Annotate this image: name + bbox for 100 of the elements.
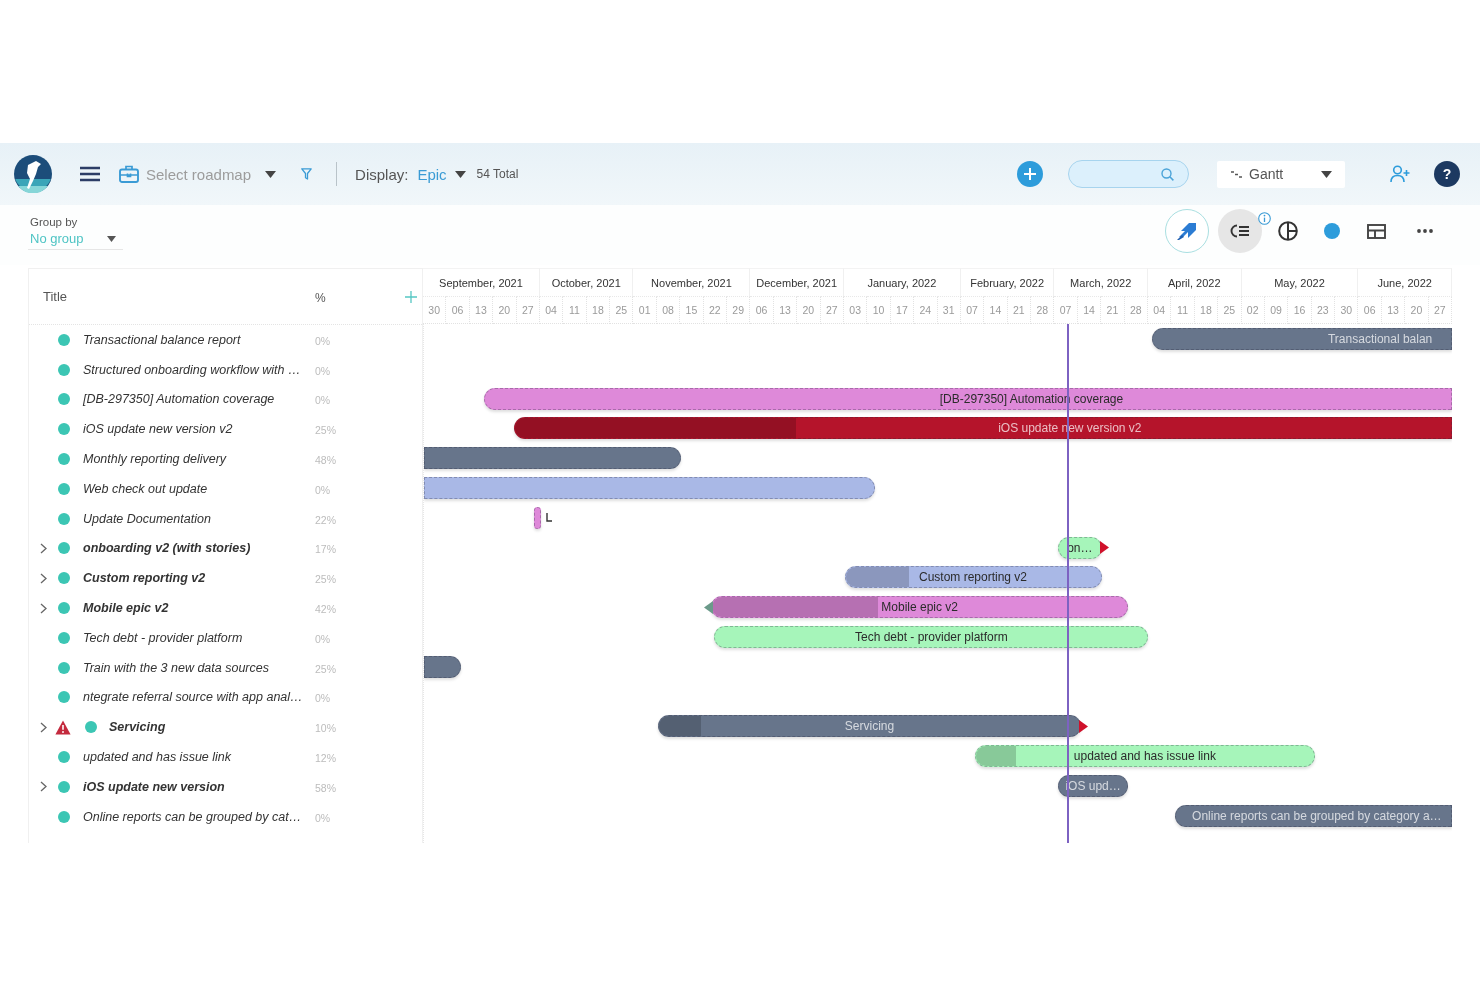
toolbar-button[interactable]	[1367, 223, 1386, 239]
status-dot-icon	[85, 721, 97, 734]
week-label: 07	[966, 304, 978, 316]
week-label: 28	[1129, 304, 1142, 316]
chevron-icon[interactable]	[40, 542, 47, 554]
week-label: 25	[615, 304, 628, 316]
row-title: iOS update new version	[83, 779, 225, 794]
week-label: 08	[662, 304, 674, 316]
status-dot-icon	[58, 780, 70, 793]
toolbar-button[interactable]	[1417, 229, 1433, 233]
week-label: 04	[1153, 304, 1165, 316]
chevron-icon[interactable]	[40, 781, 47, 793]
week-label: 23	[1317, 304, 1329, 316]
progress-percent: 25%	[315, 424, 336, 437]
gantt-bar[interactable]	[424, 655, 461, 678]
dot-icon	[1324, 223, 1340, 239]
month-label: June, 2022	[1377, 276, 1432, 289]
gantt-bar[interactable]: updated and has issue link	[974, 745, 1316, 768]
info-icon[interactable]	[1258, 212, 1271, 225]
week-label: 24	[919, 304, 932, 316]
gantt-bar[interactable]: Transactional balan	[1151, 328, 1452, 350]
gantt-bar[interactable]: Mobile epic v2	[711, 596, 1129, 619]
week-label: 14	[989, 304, 1002, 316]
arrows-icon	[1177, 222, 1197, 240]
row-title: [DB-297350] Automation coverage	[83, 392, 275, 407]
week-label: 03	[849, 304, 861, 316]
gantt-bar[interactable]: Custom reporting v2	[844, 566, 1102, 589]
progress-percent: 48%	[315, 454, 336, 467]
progress-percent: 42%	[315, 603, 336, 616]
week-label: 07	[1059, 304, 1072, 316]
status-dot-icon	[58, 333, 70, 346]
progress-percent: 58%	[315, 781, 336, 794]
row-title: iOS update new version v2	[83, 422, 233, 437]
gantt-bar[interactable]	[534, 506, 541, 529]
chevron-icon[interactable]	[40, 572, 47, 584]
gantt-bar[interactable]	[424, 447, 681, 470]
chevron-icon[interactable]	[40, 721, 47, 733]
week-label: 13	[779, 304, 791, 316]
gantt-bar[interactable]: [DB-297350] Automation coverage	[484, 387, 1452, 410]
week-label: 11	[1177, 304, 1188, 316]
chevron-icon[interactable]	[40, 602, 47, 614]
row-title: Transactional balance report	[83, 332, 241, 347]
add-icon[interactable]	[1017, 161, 1043, 187]
status-dot-icon	[58, 661, 70, 674]
bar-label: [DB-297350] Automation coverage	[939, 391, 1124, 406]
menu-icon[interactable]	[80, 166, 100, 182]
status-dot-icon	[58, 482, 70, 495]
week-label: 17	[896, 304, 908, 316]
week-label: 06	[755, 304, 768, 316]
help-button[interactable]: ?	[1434, 161, 1460, 187]
week-label: 27	[521, 304, 534, 316]
bar-label: Custom reporting v2	[919, 570, 1028, 585]
month-label: November, 2021	[651, 276, 732, 289]
week-label: 13	[475, 304, 487, 316]
briefcase-icon	[119, 165, 139, 183]
status-dot-icon	[58, 423, 70, 436]
caret-icon	[454, 170, 466, 178]
list-icon	[1230, 223, 1250, 239]
search-icon	[1161, 167, 1174, 181]
display-label: Display:	[355, 165, 409, 183]
gantt-bar[interactable]: iOS upd…	[1058, 774, 1129, 797]
gantt-bar[interactable]: Online reports can be grouped by category a…	[1174, 804, 1452, 827]
search-field[interactable]	[1068, 160, 1189, 188]
week-label: 20	[498, 304, 511, 316]
week-label: 10	[872, 304, 885, 316]
week-label: 21	[1106, 304, 1119, 316]
caret-icon	[1321, 170, 1332, 178]
gantt-icon	[1231, 170, 1242, 178]
gantt-bar[interactable]: Servicing	[657, 715, 1082, 738]
view-select[interactable]: Gantt	[1217, 160, 1345, 188]
week-label: 25	[1223, 304, 1236, 316]
toolbar-button[interactable]	[1278, 221, 1298, 241]
week-label: 29	[732, 304, 745, 316]
status-dot-icon	[58, 631, 70, 644]
progress-percent: 22%	[315, 513, 336, 526]
bar-label: Online reports can be grouped by category a…	[1192, 808, 1442, 823]
week-label: 21	[1013, 304, 1025, 316]
row-title: Tech debt - provider platform	[83, 630, 243, 645]
logo-icon[interactable]	[14, 155, 52, 193]
row-title: Structured onboarding workflow with …	[83, 362, 301, 377]
bar-label: Tech debt - provider platform	[854, 629, 1008, 644]
pie-chart-icon	[1278, 221, 1298, 241]
month-label: December, 2021	[756, 276, 838, 289]
month-label: May, 2022	[1274, 276, 1325, 289]
gantt-bar[interactable]: Tech debt - provider platform	[714, 625, 1149, 648]
caret-icon	[265, 170, 277, 178]
layout-icon	[1367, 223, 1386, 239]
add-user-icon[interactable]	[1390, 165, 1410, 183]
week-label: 01	[638, 304, 651, 316]
column-header: Title	[43, 289, 68, 304]
week-label: 27	[825, 304, 838, 316]
week-label: 18	[592, 304, 604, 316]
column-header: %	[315, 290, 326, 305]
row-title: Mobile epic v2	[83, 601, 169, 616]
week-label: 06	[1363, 304, 1376, 316]
total-count: 54 Total	[476, 167, 519, 181]
toolbar-button[interactable]	[1218, 209, 1262, 253]
row-title: onboarding v2 (with stories)	[83, 541, 251, 556]
bar-label: Mobile epic v2	[881, 600, 958, 615]
filter-icon[interactable]	[301, 168, 313, 180]
